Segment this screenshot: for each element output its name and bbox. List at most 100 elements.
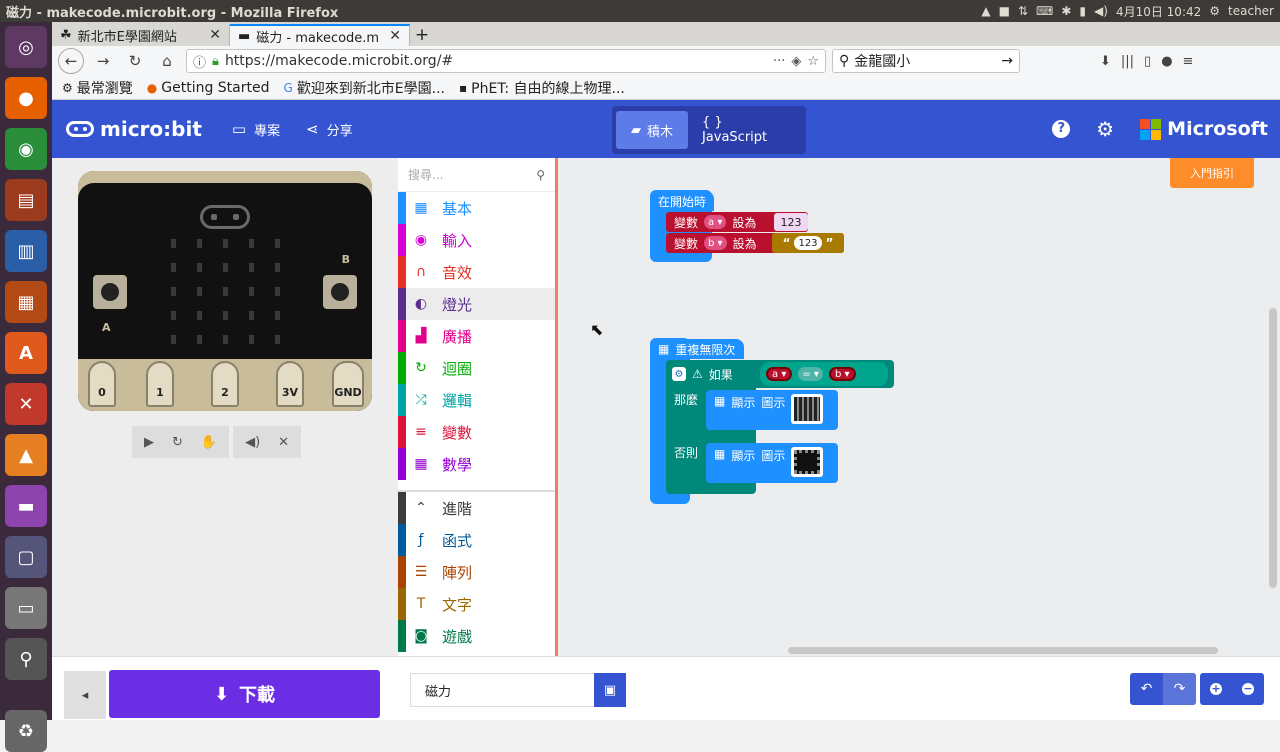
mute-icon[interactable]: ◀): [245, 435, 260, 450]
category-arrays[interactable]: ☰ 陣列: [398, 556, 555, 588]
keyboard-icon[interactable]: ⌨: [1036, 4, 1053, 18]
restart-icon[interactable]: ↻: [172, 435, 183, 450]
var-b-dropdown[interactable]: b ▾: [704, 236, 727, 250]
microbit-logo[interactable]: micro:bit: [66, 117, 202, 141]
gear-icon[interactable]: ⚙: [672, 367, 686, 381]
redo-button[interactable]: ↷: [1163, 673, 1196, 705]
category-functions[interactable]: ƒ 函式: [398, 524, 555, 556]
pin-gnd[interactable]: GND: [332, 361, 364, 407]
user-name[interactable]: teacher: [1228, 4, 1274, 18]
tab-makecode[interactable]: ▬ 磁力 - makecode.m ✕: [230, 24, 410, 46]
workspace-switcher-icon[interactable]: ▢: [5, 536, 47, 578]
url-text[interactable]: https://makecode.microbit.org/#: [225, 53, 767, 69]
on-start-header[interactable]: 在開始時: [650, 191, 715, 211]
projects-button[interactable]: ▭ 專案: [232, 120, 280, 139]
category-music[interactable]: ∩ 音效: [398, 256, 555, 288]
number-slot[interactable]: 123: [774, 213, 808, 231]
chrome-icon[interactable]: ◉: [5, 128, 47, 170]
bookmark-most-visited[interactable]: ⚙ 最常瀏覽: [62, 78, 133, 98]
microsoft-logo[interactable]: Microsoft: [1140, 118, 1268, 140]
undo-button[interactable]: ↶: [1130, 673, 1163, 705]
category-game[interactable]: ◙ 遊戲: [398, 620, 555, 652]
help-icon[interactable]: ?: [1052, 120, 1071, 138]
pin-2[interactable]: 2: [211, 361, 239, 407]
zoom-out-button[interactable]: −: [1232, 673, 1264, 705]
search-go-icon[interactable]: →: [1001, 53, 1013, 69]
vlc-icon[interactable]: ▲: [5, 434, 47, 476]
microbit-board[interactable]: A B 0 1 2 3V GND: [78, 171, 372, 411]
home-button[interactable]: ⌂: [154, 48, 180, 74]
software-center-icon[interactable]: A: [5, 332, 47, 374]
category-text[interactable]: T 文字: [398, 588, 555, 620]
category-input[interactable]: ◉ 輸入: [398, 224, 555, 256]
battery-icon[interactable]: ▮: [1079, 4, 1086, 18]
var-a-dropdown[interactable]: a ▾: [704, 215, 727, 229]
settings-gear-icon[interactable]: ⚙: [1209, 4, 1220, 18]
share-button[interactable]: ⋖ 分享: [306, 120, 353, 139]
pin-0[interactable]: 0: [88, 361, 116, 407]
page-actions-icon[interactable]: ···: [773, 54, 785, 69]
vertical-scrollbar[interactable]: [1269, 308, 1277, 588]
button-b[interactable]: [323, 275, 357, 309]
bookmark-phet[interactable]: ▪ PhET: 自由的線上物理...: [459, 78, 625, 98]
bookmark-star-icon[interactable]: ☆: [807, 54, 819, 69]
trash-icon[interactable]: ♻: [5, 710, 47, 752]
vlc-tray-icon[interactable]: ▲: [981, 4, 990, 18]
bluetooth-icon[interactable]: ✱: [1061, 4, 1071, 18]
fullscreen-icon[interactable]: ✕: [278, 435, 289, 450]
bookmark-getting-started[interactable]: ● Getting Started: [147, 80, 270, 96]
zoom-in-button[interactable]: +: [1200, 673, 1232, 705]
string-slot[interactable]: “ 123 ”: [772, 233, 844, 253]
network-icon[interactable]: ⇅: [1018, 4, 1028, 18]
getting-started-button[interactable]: 入門指引: [1170, 158, 1254, 188]
category-basic[interactable]: ▦ 基本: [398, 192, 555, 224]
category-variables[interactable]: ≡ 變數: [398, 416, 555, 448]
toolbox-search-input[interactable]: 搜尋...: [408, 166, 530, 183]
icon-picker-then[interactable]: [791, 394, 824, 424]
new-tab-button[interactable]: +: [410, 24, 434, 46]
compare-left-var[interactable]: a ▾: [766, 367, 793, 381]
category-math[interactable]: ▦ 數學: [398, 448, 555, 480]
menu-icon[interactable]: ≡: [1183, 54, 1194, 69]
play-icon[interactable]: ▶: [144, 435, 154, 450]
bookmark-e-learning[interactable]: G 歡迎來到新北市E學園...: [284, 78, 446, 98]
clock[interactable]: 4月10日 10:42: [1116, 3, 1201, 20]
project-name-input[interactable]: 磁力: [410, 673, 596, 707]
app-window-icon[interactable]: ▬: [5, 485, 47, 527]
compare-operator[interactable]: = ▾: [798, 367, 823, 381]
impress-icon[interactable]: ▦: [5, 281, 47, 323]
pocket-icon[interactable]: ◈: [791, 54, 801, 69]
category-advanced[interactable]: ⌃ 進階: [398, 492, 555, 524]
library-icon[interactable]: |||: [1121, 54, 1134, 69]
compare-block[interactable]: a ▾ = ▾ b ▾: [760, 362, 888, 386]
writer-icon[interactable]: ▥: [5, 230, 47, 272]
recorder-tray-icon[interactable]: ■: [999, 4, 1010, 18]
search-value[interactable]: 金龍國小: [854, 51, 996, 71]
extension-icon[interactable]: ●: [1161, 54, 1172, 69]
tab-blocks[interactable]: ▰ 積木: [616, 111, 688, 149]
usb-icon[interactable]: ⚲: [5, 638, 47, 680]
collapse-simulator-button[interactable]: ◂: [64, 671, 106, 719]
info-icon[interactable]: ⓘ: [193, 52, 206, 71]
blocks-workspace[interactable]: 入門指引 在開始時 變數 a ▾ 設為 123 變數 b ▾ 設為 “ 123 …: [558, 158, 1280, 656]
url-bar[interactable]: ⓘ 🔒︎ https://makecode.microbit.org/# ···…: [186, 49, 826, 73]
show-icon-block-else[interactable]: ▦ 顯示 圖示: [706, 443, 838, 483]
string-value[interactable]: 123: [794, 236, 822, 250]
save-button[interactable]: ▣: [594, 673, 626, 707]
volume-icon[interactable]: ◀): [1094, 4, 1108, 18]
download-button[interactable]: ⬇ 下載: [109, 670, 380, 718]
forward-button[interactable]: →: [90, 48, 116, 74]
back-button[interactable]: ←: [58, 48, 84, 74]
downloads-icon[interactable]: ⬇: [1100, 54, 1111, 69]
reload-button[interactable]: ↻: [122, 48, 148, 74]
sidebar-icon[interactable]: ▯: [1144, 54, 1151, 69]
icon-picker-else[interactable]: [791, 447, 824, 477]
toolbox-search[interactable]: 搜尋... ⚲: [398, 158, 555, 192]
category-loops[interactable]: ↻ 迴圈: [398, 352, 555, 384]
category-led[interactable]: ◐ 燈光: [398, 288, 555, 320]
tab-e-learning[interactable]: ☘ 新北市E學園網站 ✕: [52, 24, 230, 46]
pin-1[interactable]: 1: [146, 361, 174, 407]
button-a[interactable]: [93, 275, 127, 309]
firefox-icon[interactable]: ●: [5, 77, 47, 119]
horizontal-scrollbar[interactable]: [788, 647, 1218, 654]
